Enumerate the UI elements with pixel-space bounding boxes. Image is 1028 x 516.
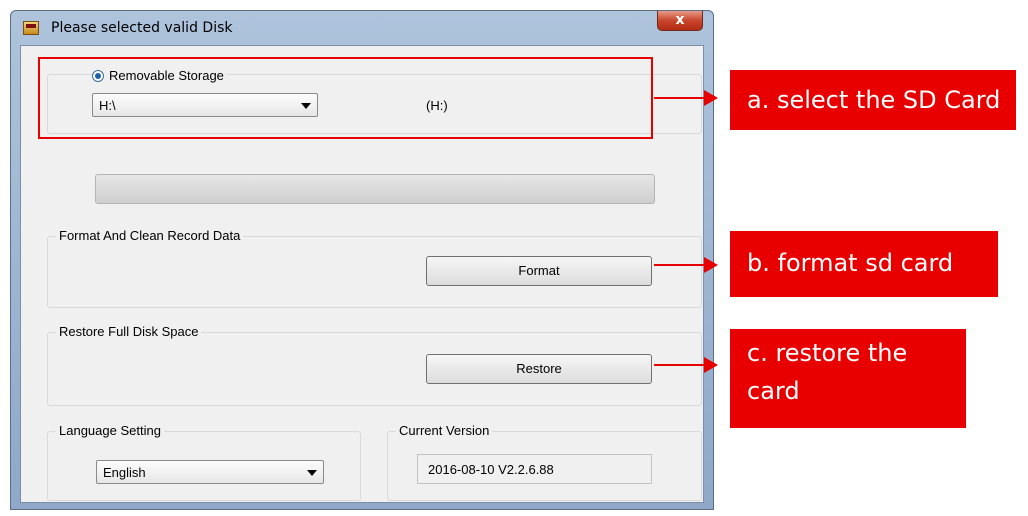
- language-select[interactable]: English: [96, 460, 324, 484]
- version-field: 2016-08-10 V2.2.6.88: [417, 454, 652, 484]
- restore-group-label: Restore Full Disk Space: [56, 324, 202, 339]
- callout-b-text: b. format sd card: [747, 249, 954, 277]
- format-button[interactable]: Format: [426, 256, 652, 286]
- progress-bar: [95, 174, 655, 204]
- callout-c-line1: c. restore the: [747, 339, 908, 367]
- version-group-label: Current Version: [396, 423, 493, 438]
- restore-button[interactable]: Restore: [426, 354, 652, 384]
- format-group-label: Format And Clean Record Data: [56, 228, 244, 243]
- app-icon: [23, 21, 39, 35]
- arrow-b-line: [654, 264, 706, 266]
- arrow-a-head-icon: [704, 90, 718, 106]
- close-button[interactable]: x: [657, 11, 703, 31]
- arrow-c-head-icon: [704, 357, 718, 373]
- callout-c-line2: card: [747, 377, 800, 405]
- version-value: 2016-08-10 V2.2.6.88: [428, 462, 554, 477]
- arrow-c-line: [654, 364, 706, 366]
- callout-b: b. format sd card: [730, 231, 998, 297]
- arrow-a-line: [654, 97, 706, 99]
- callout-a: a. select the SD Card: [730, 70, 1016, 130]
- language-group-label: Language Setting: [56, 423, 164, 438]
- callout-a-text: a. select the SD Card: [747, 86, 1001, 114]
- title-bar[interactable]: Please selected valid Disk x: [11, 11, 713, 45]
- window-title: Please selected valid Disk: [51, 20, 233, 36]
- callout-c: c. restore the card: [730, 329, 966, 428]
- chevron-down-icon: [307, 470, 317, 476]
- arrow-b-head-icon: [704, 257, 718, 273]
- highlight-box: [38, 57, 653, 139]
- language-select-value: English: [103, 465, 146, 480]
